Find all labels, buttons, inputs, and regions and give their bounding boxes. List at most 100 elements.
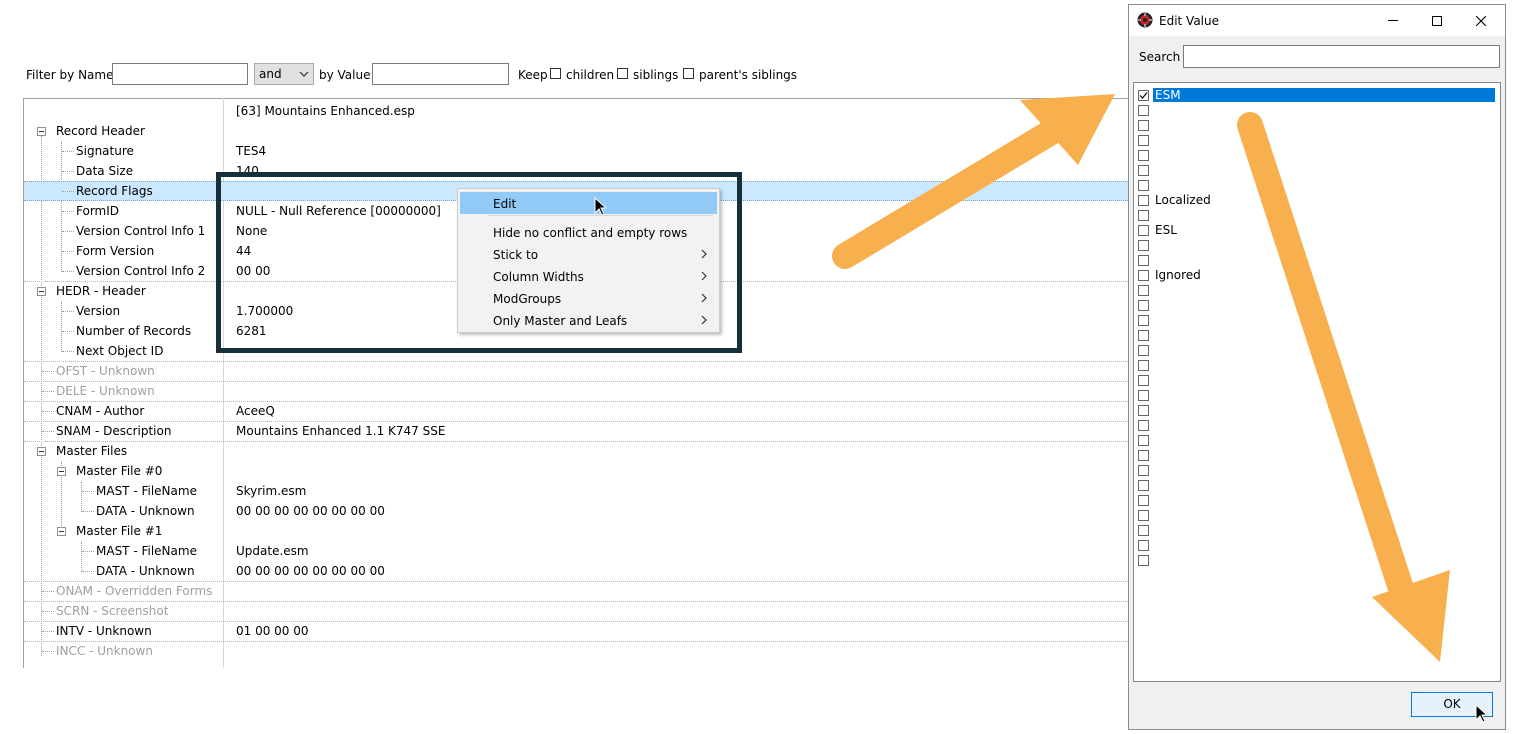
flag-item[interactable] xyxy=(1137,358,1497,372)
flag-checkbox[interactable] xyxy=(1138,225,1149,236)
flag-item[interactable] xyxy=(1137,133,1497,147)
flag-item[interactable] xyxy=(1137,118,1497,132)
tree-row-onam[interactable]: ONAM - Overridden Forms xyxy=(24,581,1130,602)
tree-row-data-1[interactable]: DATA - Unknown 00 00 00 00 00 00 00 00 xyxy=(24,561,1130,581)
flag-item[interactable] xyxy=(1137,388,1497,402)
collapse-icon[interactable] xyxy=(37,447,46,456)
flag-checkbox[interactable] xyxy=(1138,315,1149,326)
menu-item-modgroups[interactable]: ModGroups xyxy=(460,287,717,309)
flag-esm[interactable]: ESM xyxy=(1137,87,1497,103)
tree-row-scrn[interactable]: SCRN - Screenshot xyxy=(24,601,1130,622)
flag-item[interactable] xyxy=(1137,418,1497,432)
collapse-icon[interactable] xyxy=(37,287,46,296)
flag-checkbox[interactable] xyxy=(1138,375,1149,386)
tree-row-cnam[interactable]: CNAM - Author AceeQ xyxy=(24,401,1130,422)
flag-item[interactable] xyxy=(1137,433,1497,447)
keep-parents-siblings-checkbox[interactable] xyxy=(683,68,694,79)
flag-checkbox[interactable] xyxy=(1138,210,1149,221)
flag-item[interactable] xyxy=(1137,448,1497,462)
flag-item[interactable] xyxy=(1137,478,1497,492)
flag-checkbox[interactable] xyxy=(1138,525,1149,536)
tree-row-record-header[interactable]: Record Header xyxy=(24,121,1130,141)
search-input[interactable] xyxy=(1183,45,1500,68)
tree-row-mast-1[interactable]: MAST - FileName Update.esm xyxy=(24,541,1130,561)
menu-item-edit[interactable]: Edit xyxy=(460,192,717,214)
flag-item[interactable] xyxy=(1137,493,1497,507)
flag-checkbox[interactable] xyxy=(1138,255,1149,266)
tree-row-master-file-0[interactable]: Master File #0 xyxy=(24,461,1130,481)
flag-item[interactable] xyxy=(1137,373,1497,387)
flag-item[interactable] xyxy=(1137,163,1497,177)
flag-item[interactable] xyxy=(1137,208,1497,222)
tree-row-incc[interactable]: INCC - Unknown xyxy=(24,641,1130,662)
flag-item[interactable] xyxy=(1137,178,1497,192)
flag-item[interactable] xyxy=(1137,313,1497,327)
flag-checkbox[interactable] xyxy=(1138,480,1149,491)
flag-item[interactable] xyxy=(1137,103,1497,117)
flag-item[interactable] xyxy=(1137,508,1497,522)
filter-name-input[interactable] xyxy=(112,63,248,85)
flag-checkbox[interactable] xyxy=(1138,150,1149,161)
flags-checklist[interactable]: ESM Localized ESL Ignored xyxy=(1133,82,1501,682)
close-button[interactable] xyxy=(1461,9,1501,33)
collapse-icon[interactable] xyxy=(57,467,66,476)
flag-item[interactable] xyxy=(1137,553,1497,567)
flag-item[interactable] xyxy=(1137,463,1497,477)
flag-item[interactable] xyxy=(1137,523,1497,537)
tree-row-master-file-1[interactable]: Master File #1 xyxy=(24,521,1130,541)
flag-checkbox[interactable] xyxy=(1138,555,1149,566)
flag-checkbox[interactable] xyxy=(1138,390,1149,401)
flag-checkbox[interactable] xyxy=(1138,450,1149,461)
flag-checkbox[interactable] xyxy=(1138,540,1149,551)
flag-esl[interactable]: ESL xyxy=(1137,223,1497,237)
tree-row-intv[interactable]: INTV - Unknown 01 00 00 00 xyxy=(24,621,1130,642)
tree-row-mast-0[interactable]: MAST - FileName Skyrim.esm xyxy=(24,481,1130,501)
flag-ignored[interactable]: Ignored xyxy=(1137,268,1497,282)
flag-checkbox[interactable] xyxy=(1138,420,1149,431)
keep-siblings-checkbox[interactable] xyxy=(617,68,628,79)
filter-operator-combo[interactable]: and xyxy=(254,63,314,85)
flag-item[interactable] xyxy=(1137,148,1497,162)
flag-checkbox[interactable] xyxy=(1138,90,1149,101)
keep-children-checkbox[interactable] xyxy=(550,68,561,79)
flag-checkbox[interactable] xyxy=(1138,105,1149,116)
flag-checkbox[interactable] xyxy=(1138,300,1149,311)
tree-row-master-files[interactable]: Master Files xyxy=(24,441,1130,462)
flag-checkbox[interactable] xyxy=(1138,135,1149,146)
flag-item[interactable] xyxy=(1137,343,1497,357)
menu-item-hide-no-conflict[interactable]: Hide no conflict and empty rows xyxy=(460,221,717,243)
filter-value-input[interactable] xyxy=(372,63,509,85)
menu-item-stick-to[interactable]: Stick to xyxy=(460,243,717,265)
flag-checkbox[interactable] xyxy=(1138,330,1149,341)
flag-checkbox[interactable] xyxy=(1138,195,1149,206)
collapse-icon[interactable] xyxy=(57,527,66,536)
flag-item[interactable] xyxy=(1137,238,1497,252)
menu-item-only-master-leafs[interactable]: Only Master and Leafs xyxy=(460,309,717,331)
flag-item[interactable] xyxy=(1137,253,1497,267)
flag-checkbox[interactable] xyxy=(1138,435,1149,446)
maximize-button[interactable] xyxy=(1417,9,1457,33)
tree-row-dele[interactable]: DELE - Unknown xyxy=(24,381,1130,402)
collapse-icon[interactable] xyxy=(37,127,46,136)
flag-checkbox[interactable] xyxy=(1138,120,1149,131)
flag-item[interactable] xyxy=(1137,328,1497,342)
flag-item[interactable] xyxy=(1137,283,1497,297)
tree-row-data-0[interactable]: DATA - Unknown 00 00 00 00 00 00 00 00 xyxy=(24,501,1130,521)
minimize-button[interactable] xyxy=(1373,9,1413,33)
flag-checkbox[interactable] xyxy=(1138,180,1149,191)
menu-item-column-widths[interactable]: Column Widths xyxy=(460,265,717,287)
flag-checkbox[interactable] xyxy=(1138,240,1149,251)
flag-checkbox[interactable] xyxy=(1138,270,1149,281)
flag-checkbox[interactable] xyxy=(1138,285,1149,296)
flag-checkbox[interactable] xyxy=(1138,510,1149,521)
flag-localized[interactable]: Localized xyxy=(1137,193,1497,207)
tree-row-signature[interactable]: Signature TES4 xyxy=(24,141,1130,161)
flag-item[interactable] xyxy=(1137,298,1497,312)
flag-checkbox[interactable] xyxy=(1138,345,1149,356)
tree-row-ofst[interactable]: OFST - Unknown xyxy=(24,361,1130,382)
flag-item[interactable] xyxy=(1137,403,1497,417)
dialog-titlebar[interactable]: Edit Value xyxy=(1129,5,1505,36)
flag-checkbox[interactable] xyxy=(1138,465,1149,476)
flag-checkbox[interactable] xyxy=(1138,405,1149,416)
flag-checkbox[interactable] xyxy=(1138,495,1149,506)
